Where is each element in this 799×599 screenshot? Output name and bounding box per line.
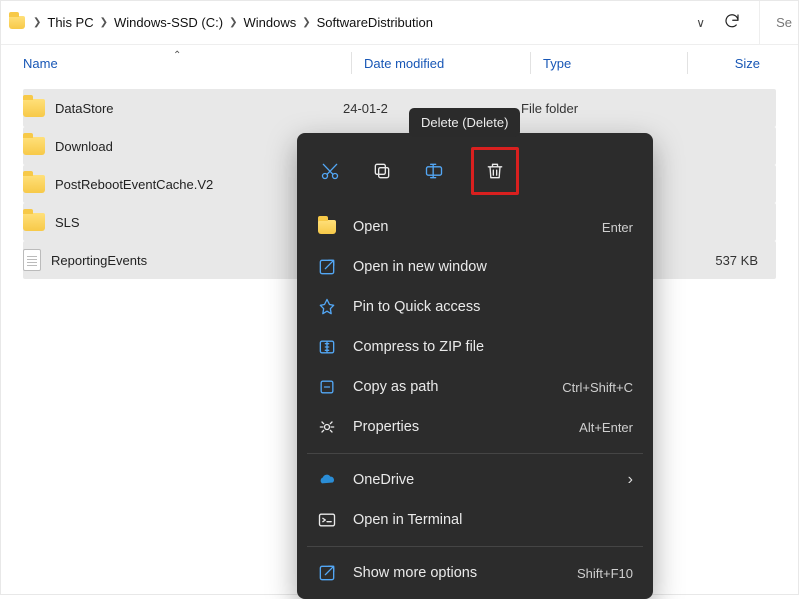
breadcrumb: This PC ❯ Windows-SSD (C:) ❯ Windows ❯ S…: [43, 15, 694, 30]
breadcrumb-item[interactable]: Windows: [243, 15, 296, 30]
folder-icon: [317, 217, 337, 237]
zip-icon: [317, 337, 337, 357]
divider: [759, 1, 760, 45]
column-name-label: Name: [23, 56, 58, 71]
folder-icon: [318, 220, 336, 234]
toolbar-tools: ∨: [696, 12, 751, 33]
folder-icon: [23, 213, 45, 231]
column-name[interactable]: Name ⌃: [23, 56, 351, 71]
address-toolbar: ❯ This PC ❯ Windows-SSD (C:) ❯ Windows ❯…: [1, 1, 798, 45]
menu-separator: [307, 453, 643, 454]
folder-icon: [23, 175, 45, 193]
textfile-icon: [23, 249, 41, 271]
file-type: File folder: [521, 101, 677, 116]
chevron-right-icon: ›: [628, 471, 633, 489]
sort-indicator-icon: ⌃: [173, 50, 181, 61]
cut-button[interactable]: [313, 154, 347, 188]
menu-item-open[interactable]: Open Enter: [303, 207, 647, 247]
chevron-right-icon: ❯: [33, 17, 41, 28]
chevron-right-icon: ❯: [100, 17, 108, 28]
menu-separator: [307, 546, 643, 547]
delete-button-highlight: [471, 147, 519, 195]
file-name: SLS: [55, 215, 80, 230]
menu-item-open-in-new-window[interactable]: Open in new window: [303, 247, 647, 287]
refresh-button[interactable]: [723, 12, 741, 33]
copypath-icon: [317, 377, 337, 397]
pin-icon: [317, 297, 337, 317]
column-size[interactable]: Size: [688, 56, 798, 71]
menu-item-properties[interactable]: Properties Alt+Enter: [303, 407, 647, 447]
delete-button[interactable]: [478, 154, 512, 188]
file-name: PostRebootEventCache.V2: [55, 177, 213, 192]
folder-icon: [23, 137, 45, 155]
open-new-icon: [317, 257, 337, 277]
breadcrumb-item[interactable]: SoftwareDistribution: [317, 15, 433, 30]
chevron-right-icon: ❯: [229, 17, 237, 28]
rename-button[interactable]: [417, 154, 451, 188]
menu-item-compress-to-zip-file[interactable]: Compress to ZIP file: [303, 327, 647, 367]
menu-accelerator: Ctrl+Shift+C: [562, 380, 633, 395]
menu-item-open-in-terminal[interactable]: Open in Terminal: [303, 500, 647, 540]
menu-label: Properties: [353, 419, 563, 435]
chevron-right-icon: ❯: [302, 17, 310, 28]
onedrive-icon: [317, 470, 337, 490]
breadcrumb-item[interactable]: This PC: [47, 15, 93, 30]
menu-accelerator: Alt+Enter: [579, 420, 633, 435]
folder-icon: [23, 99, 45, 117]
menu-label: Compress to ZIP file: [353, 339, 617, 355]
menu-label: Open in Terminal: [353, 512, 617, 528]
menu-label: Pin to Quick access: [353, 299, 617, 315]
file-row[interactable]: DataStore24-01-2File folder: [23, 89, 776, 127]
file-name: ReportingEvents: [51, 253, 147, 268]
context-top-actions: [303, 143, 647, 207]
file-name: Download: [55, 139, 113, 154]
context-menu: Open Enter Open in new window Pin to Quick …: [297, 133, 653, 599]
menu-accelerator: Enter: [602, 220, 633, 235]
props-icon: [317, 417, 337, 437]
file-name: DataStore: [55, 101, 114, 116]
delete-tooltip: Delete (Delete): [409, 108, 520, 137]
column-headers: Name ⌃ Date modified Type Size: [1, 45, 798, 81]
menu-accelerator: Shift+F10: [577, 566, 633, 581]
menu-label: Show more options: [353, 565, 561, 581]
folder-icon: [7, 13, 27, 33]
terminal-icon: [317, 510, 337, 530]
copy-button[interactable]: [365, 154, 399, 188]
column-date[interactable]: Date modified: [352, 56, 530, 71]
file-size: 537 KB: [677, 253, 776, 268]
menu-label: Open: [353, 219, 586, 235]
menu-item-onedrive[interactable]: OneDrive ›: [303, 460, 647, 500]
more-icon: [317, 563, 337, 583]
menu-label: Copy as path: [353, 379, 546, 395]
history-dropdown[interactable]: ∨: [696, 16, 705, 30]
menu-item-copy-as-path[interactable]: Copy as path Ctrl+Shift+C: [303, 367, 647, 407]
column-type[interactable]: Type: [531, 56, 687, 71]
search-input[interactable]: Se: [768, 15, 792, 30]
breadcrumb-item[interactable]: Windows-SSD (C:): [114, 15, 223, 30]
menu-label: Open in new window: [353, 259, 617, 275]
menu-label: OneDrive: [353, 472, 612, 488]
menu-item-pin-to-quick-access[interactable]: Pin to Quick access: [303, 287, 647, 327]
menu-item-show-more-options[interactable]: Show more options Shift+F10: [303, 553, 647, 593]
